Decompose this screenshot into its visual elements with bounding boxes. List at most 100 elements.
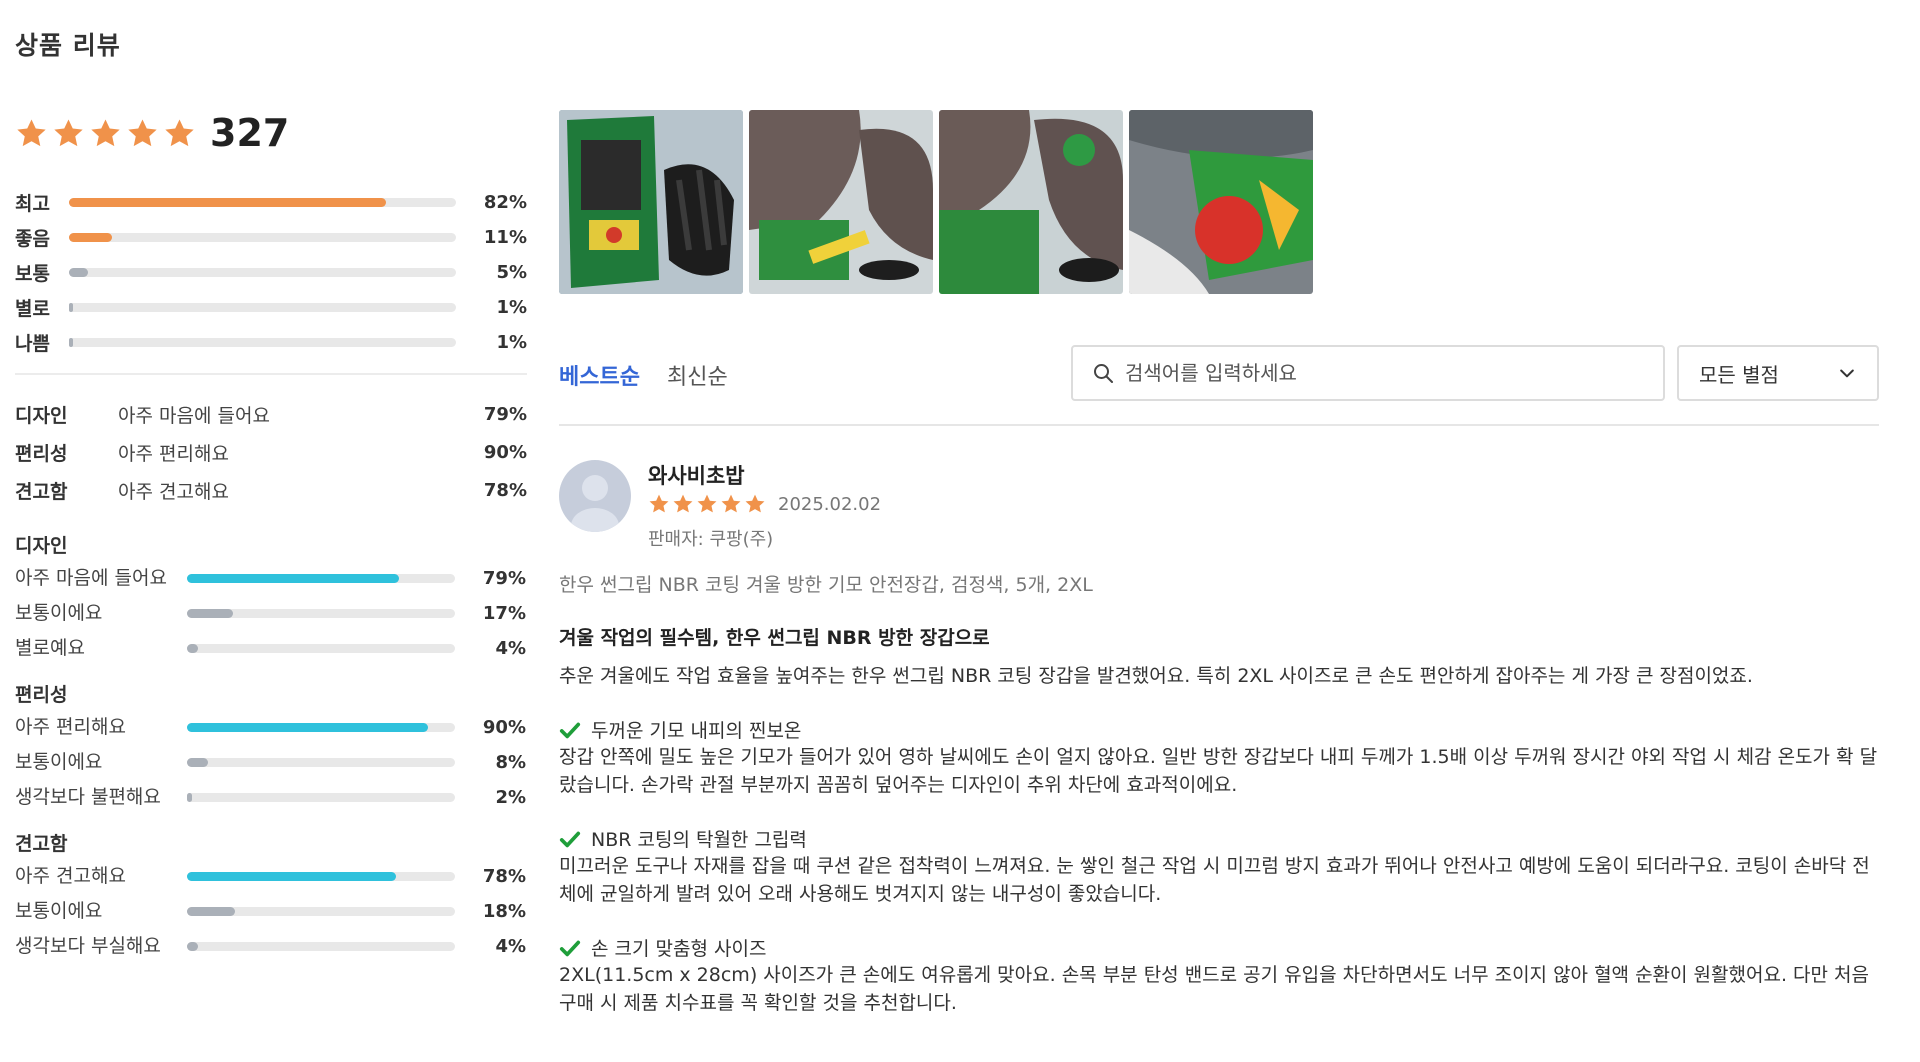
star-icon bbox=[54, 118, 83, 146]
star-icon bbox=[91, 118, 120, 146]
distribution-bar bbox=[69, 268, 456, 277]
detail-bar-fill bbox=[187, 723, 429, 732]
star-icon bbox=[649, 494, 669, 513]
review-toolbar: 베스트순 최신순 모든 별점 bbox=[559, 345, 1879, 403]
detail-percent: 78% bbox=[482, 866, 526, 887]
distribution-label: 보통 bbox=[15, 263, 50, 285]
review-photo-4[interactable] bbox=[1129, 110, 1313, 294]
detail-row: 보통이에요 17% bbox=[15, 596, 527, 631]
detail-bar-fill bbox=[187, 872, 397, 881]
avatar bbox=[559, 460, 631, 532]
detail-bar-fill bbox=[187, 793, 193, 802]
detail-bar-fill bbox=[187, 758, 209, 767]
section-body: 장갑 안쪽에 밀도 높은 기모가 들어가 있어 영하 날씨에도 손이 얼지 않아… bbox=[559, 746, 1878, 796]
distribution-percent: 1% bbox=[496, 332, 527, 353]
review-photo-2[interactable] bbox=[749, 110, 933, 294]
star-icon bbox=[721, 494, 741, 513]
distribution-row[interactable]: 좋음 11% bbox=[15, 220, 527, 255]
distribution-bar-fill bbox=[69, 233, 112, 242]
distribution-percent: 5% bbox=[496, 262, 527, 283]
review-intro: 추운 겨울에도 작업 효율을 높여주는 한우 썬그립 NBR 코팅 장갑을 발견… bbox=[559, 665, 1753, 687]
distribution-label: 나쁨 bbox=[15, 333, 50, 355]
rating-distribution: 최고 82% 좋음 11% 보통 5% 별로 1% 나쁨 1% bbox=[15, 185, 527, 360]
detail-bar bbox=[187, 907, 455, 916]
review-section: 두꺼운 기모 내피의 찐보온 장갑 안쪽에 밀도 높은 기모가 들어가 있어 영… bbox=[559, 716, 1879, 799]
detail-group-durability: 견고함 아주 견고해요 78% 보통이에요 18% 생각보다 부실해요 4% bbox=[15, 829, 527, 964]
detail-bar-fill bbox=[187, 574, 399, 583]
section-heading-row: 손 크기 맞춤형 사이즈 bbox=[559, 934, 1879, 961]
review-item: 와사비초밥 2025.02.02 판매자: 쿠팡(주) 한우 썬그립 NBR 코… bbox=[559, 458, 1879, 1017]
check-icon bbox=[559, 722, 581, 738]
distribution-bar-fill bbox=[69, 338, 73, 347]
review-photo-3[interactable] bbox=[939, 110, 1123, 294]
section-heading: 두꺼운 기모 내피의 찐보온 bbox=[591, 720, 802, 742]
detail-bar bbox=[187, 723, 455, 732]
detail-bar bbox=[187, 872, 455, 881]
detail-bar bbox=[187, 609, 455, 618]
distribution-bar bbox=[69, 198, 456, 207]
detail-label: 생각보다 부실해요 bbox=[15, 935, 161, 957]
summary-percent: 90% bbox=[483, 441, 527, 463]
detail-percent: 2% bbox=[495, 787, 526, 808]
check-icon bbox=[559, 940, 581, 956]
section-heading: NBR 코팅의 탁월한 그립력 bbox=[591, 829, 807, 851]
reviewer-name: 와사비초밥 bbox=[648, 464, 745, 488]
review-photo-1[interactable] bbox=[559, 110, 743, 294]
section-heading-row: NBR 코팅의 탁월한 그립력 bbox=[559, 825, 1879, 852]
distribution-bar-fill bbox=[69, 268, 89, 277]
detail-bar-fill bbox=[187, 942, 198, 951]
star-icon bbox=[745, 494, 765, 513]
detail-row: 생각보다 부실해요 4% bbox=[15, 929, 527, 964]
summary-value: 아주 마음에 들어요 bbox=[118, 404, 270, 427]
distribution-label: 좋음 bbox=[15, 228, 50, 250]
detail-title: 편리성 bbox=[15, 684, 68, 706]
search-icon bbox=[1094, 364, 1113, 383]
detail-percent: 17% bbox=[482, 603, 526, 624]
distribution-percent: 11% bbox=[483, 227, 527, 248]
star-filter-value: 모든 별점 bbox=[1699, 362, 1779, 387]
star-icon bbox=[17, 118, 46, 146]
detail-percent: 79% bbox=[482, 568, 526, 589]
review-section: NBR 코팅의 탁월한 그립력 미끄러운 도구나 자재를 잡을 때 쿠션 같은 … bbox=[559, 825, 1879, 908]
distribution-percent: 82% bbox=[483, 192, 527, 213]
distribution-bar bbox=[69, 303, 456, 312]
divider bbox=[15, 373, 527, 375]
distribution-bar-fill bbox=[69, 303, 73, 312]
distribution-label: 별로 bbox=[15, 298, 50, 320]
distribution-row[interactable]: 별로 1% bbox=[15, 290, 527, 325]
review-title: 겨울 작업의 필수템, 한우 썬그립 NBR 방한 장갑으로 bbox=[559, 627, 990, 649]
distribution-row[interactable]: 최고 82% bbox=[15, 185, 527, 220]
detail-row: 아주 편리해요 90% bbox=[15, 710, 527, 745]
summary-category: 편리성 bbox=[15, 442, 68, 465]
distribution-row[interactable]: 나쁨 1% bbox=[15, 325, 527, 360]
detail-percent: 4% bbox=[495, 638, 526, 659]
distribution-label: 최고 bbox=[15, 193, 50, 215]
sort-newest-tab[interactable]: 최신순 bbox=[667, 359, 728, 391]
product-option: 한우 썬그립 NBR 코팅 겨울 방한 기모 안전장갑, 검정색, 5개, 2X… bbox=[559, 574, 1093, 596]
distribution-row[interactable]: 보통 5% bbox=[15, 255, 527, 290]
detail-row: 보통이에요 18% bbox=[15, 894, 527, 929]
divider bbox=[559, 424, 1879, 426]
section-body: 2XL(11.5cm x 28cm) 사이즈가 큰 손에도 여유롭게 맞아요. … bbox=[559, 964, 1869, 1014]
distribution-bar bbox=[69, 338, 456, 347]
distribution-bar-fill bbox=[69, 198, 387, 207]
review-stars: 2025.02.02 bbox=[648, 493, 881, 515]
review-photo-strip bbox=[559, 110, 1313, 294]
detail-row: 생각보다 불편해요 2% bbox=[15, 780, 527, 815]
star-icon bbox=[697, 494, 717, 513]
detail-label: 보통이에요 bbox=[15, 751, 103, 773]
sort-best-tab[interactable]: 베스트순 bbox=[559, 359, 640, 391]
attribute-details: 디자인 아주 마음에 들어요 79% 보통이에요 17% 별로예요 4% 편리성… bbox=[15, 531, 527, 964]
star-icon bbox=[128, 118, 157, 146]
search-box[interactable] bbox=[1071, 345, 1665, 401]
detail-label: 아주 편리해요 bbox=[15, 716, 126, 738]
detail-percent: 4% bbox=[495, 936, 526, 957]
detail-label: 아주 마음에 들어요 bbox=[15, 567, 167, 589]
detail-percent: 8% bbox=[495, 752, 526, 773]
check-icon bbox=[559, 831, 581, 847]
seller-info: 판매자: 쿠팡(주) bbox=[648, 529, 774, 550]
detail-bar bbox=[187, 758, 455, 767]
section-heading-row: 두꺼운 기모 내피의 찐보온 bbox=[559, 716, 1879, 743]
star-filter-select[interactable]: 모든 별점 bbox=[1677, 345, 1879, 401]
search-input[interactable] bbox=[1125, 361, 1645, 385]
